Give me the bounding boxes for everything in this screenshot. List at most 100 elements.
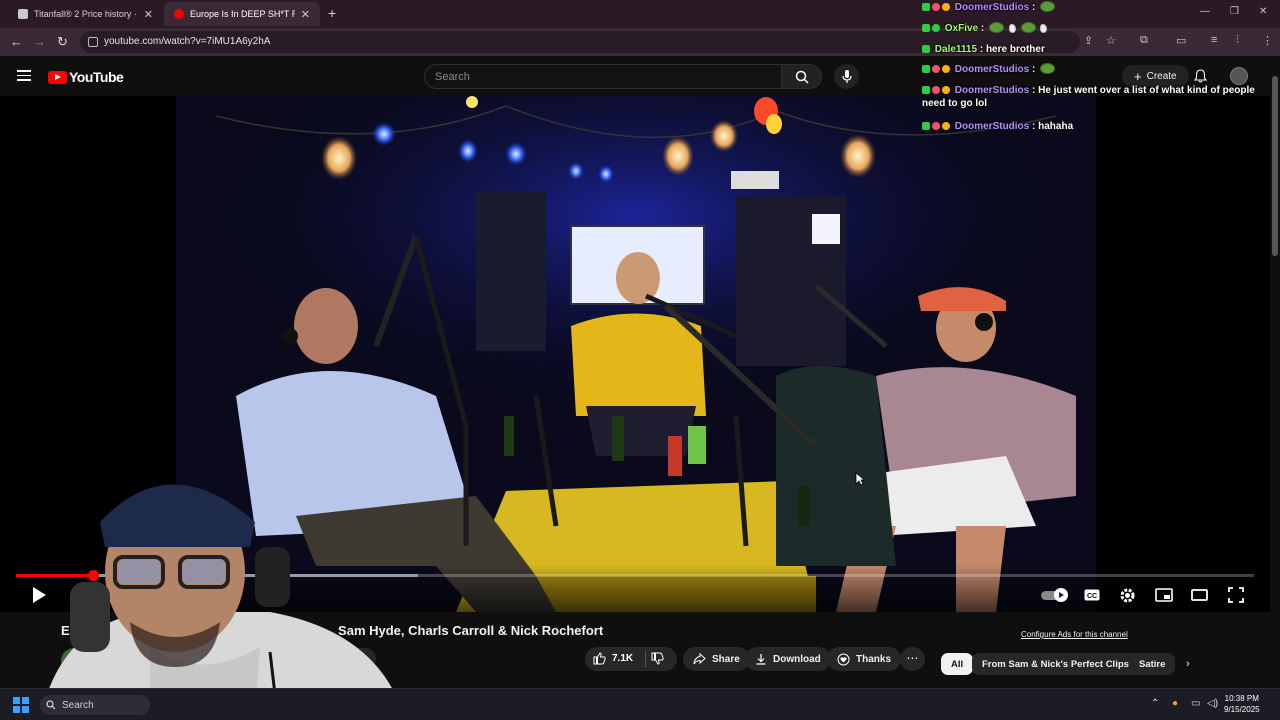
download-button[interactable]: Download [745,647,831,671]
streamer-webcam-illustration [40,484,405,720]
site-info-icon[interactable] [88,37,98,47]
chat-text: hahaha [1038,121,1074,132]
logo-wordmark: YouTube [69,69,124,85]
bits-badge-icon [942,86,950,94]
hamburger-menu-icon[interactable] [17,70,31,81]
bits-badge-icon [942,65,950,73]
thanks-heart-icon [837,653,850,665]
voice-search-button[interactable] [834,64,859,89]
configure-ads-link[interactable]: Configure Ads for this channel [1021,630,1128,639]
moderator-badge-icon [922,24,930,32]
clock-date: 9/15/2025 [1224,705,1260,714]
chat-message: DoomerStudios : [922,63,1056,76]
windows-taskbar: Search ⌃ ● ▭ ◁) 10:38 PM 9/15/2025 [0,688,1280,720]
windows-start-icon[interactable] [13,697,29,713]
chat-username: Dale1115 [934,44,978,55]
captions-icon[interactable]: CC [1084,589,1100,601]
tray-expand-icon[interactable]: ⌃ [1151,698,1159,709]
fullscreen-icon[interactable] [1228,587,1244,603]
more-actions-button[interactable]: ⋯ [900,647,925,671]
search-box [424,64,782,89]
scrollbar-thumb[interactable] [1272,76,1278,256]
search-button[interactable] [782,64,822,89]
chip-from-channel[interactable]: From Sam & Nick's Perfect Clips [972,653,1139,675]
youtube-icon [174,9,184,19]
miniplayer-icon[interactable] [1155,588,1173,602]
stream-chat-overlay: DoomerStudios : OxFive : Dale1115 : here… [920,0,1270,140]
theater-mode-icon[interactable] [1191,589,1208,601]
tab-steam-price-history[interactable]: Titanfall® 2 Price history · Steam ✕ [8,2,163,26]
settings-gear-icon[interactable] [1119,587,1136,604]
pepe-emote-icon [1040,63,1056,74]
speaker-icon[interactable]: ◁) [1207,698,1218,709]
chat-username: DoomerStudios [954,121,1030,132]
forward-icon[interactable]: → [33,34,46,49]
mouse-cursor-icon [855,472,865,486]
sub-badge-icon [932,86,940,94]
search-icon [795,70,809,84]
youtube-logo[interactable]: YouTube [48,69,124,85]
thanks-button[interactable]: Thanks [827,647,902,671]
svg-text:CC: CC [1087,593,1097,600]
feather-emote-icon [1008,24,1016,33]
page-scrollbar[interactable] [1270,56,1280,688]
sub-badge-icon [932,65,940,73]
new-tab-icon[interactable]: + [328,5,336,21]
taskbar-search-label: Search [62,699,94,711]
tab-title: Titanfall® 2 Price history · Steam [34,9,138,19]
back-icon[interactable]: ← [10,34,23,49]
screen: Titanfall® 2 Price history · Steam ✕ Eur… [0,0,1280,720]
share-button[interactable]: Share [683,647,750,671]
moderator-badge-icon [922,86,930,94]
share-arrow-icon [693,653,706,665]
more-horizontal-icon: ⋯ [906,651,919,665]
chat-message: Dale1115 : here brother [922,43,1045,56]
chip-satire[interactable]: Satire [1129,653,1176,675]
moderator-badge-icon [922,122,930,130]
thumbs-up-icon [593,652,606,665]
moderator-badge-icon [922,45,930,53]
chat-username: DoomerStudios [954,85,1030,96]
pepe-emote-icon [1040,1,1056,12]
chat-message: DoomerStudios : [922,1,1056,14]
youtube-play-logo-icon [48,70,67,84]
chat-message: OxFive : [922,22,1048,35]
moderator-badge-icon [922,3,930,11]
chip-all[interactable]: All [941,653,974,675]
feather-emote-icon [1040,24,1048,33]
autoplay-toggle-icon[interactable] [1041,588,1069,602]
steam-icon [18,9,28,19]
network-icon[interactable]: ▭ [1191,698,1200,709]
microphone-icon [842,70,852,83]
chevron-right-icon[interactable]: › [1186,658,1190,670]
download-label: Download [773,653,821,665]
download-icon [756,654,766,665]
bits-badge-icon [942,122,950,130]
chat-username: DoomerStudios [954,64,1030,75]
verified-badge-icon [932,24,940,32]
system-clock[interactable]: 10:38 PM 9/15/2025 [1224,693,1260,715]
microphone-tray-icon[interactable]: ● [1172,698,1178,709]
reload-icon[interactable]: ↻ [57,34,68,50]
like-count: 7.1K [612,653,634,664]
chat-text: here brother [985,44,1045,55]
sub-badge-icon [932,122,940,130]
chat-username: DoomerStudios [954,2,1030,13]
share-label: Share [712,653,740,665]
pepe-emote-icon [989,22,1005,33]
chat-message: DoomerStudios : He just went over a list… [922,85,1255,109]
thumbs-down-icon[interactable] [651,652,664,665]
like-button[interactable]: 7.1K [593,652,633,665]
pepe-emote-icon [1020,22,1036,33]
search-input[interactable] [425,65,781,88]
divider [645,651,646,667]
streamer-webcam-overlay [0,452,410,720]
chat-username: OxFive [944,23,979,34]
like-dislike-group: 7.1K [585,647,677,671]
sub-badge-icon [932,3,940,11]
close-icon[interactable]: ✕ [301,8,310,21]
taskbar-search-box[interactable]: Search [40,695,150,715]
close-icon[interactable]: ✕ [144,8,153,21]
bits-badge-icon [942,3,950,11]
tab-youtube-video[interactable]: Europe Is In DEEP SH*T Right Now ✕ [164,2,320,26]
